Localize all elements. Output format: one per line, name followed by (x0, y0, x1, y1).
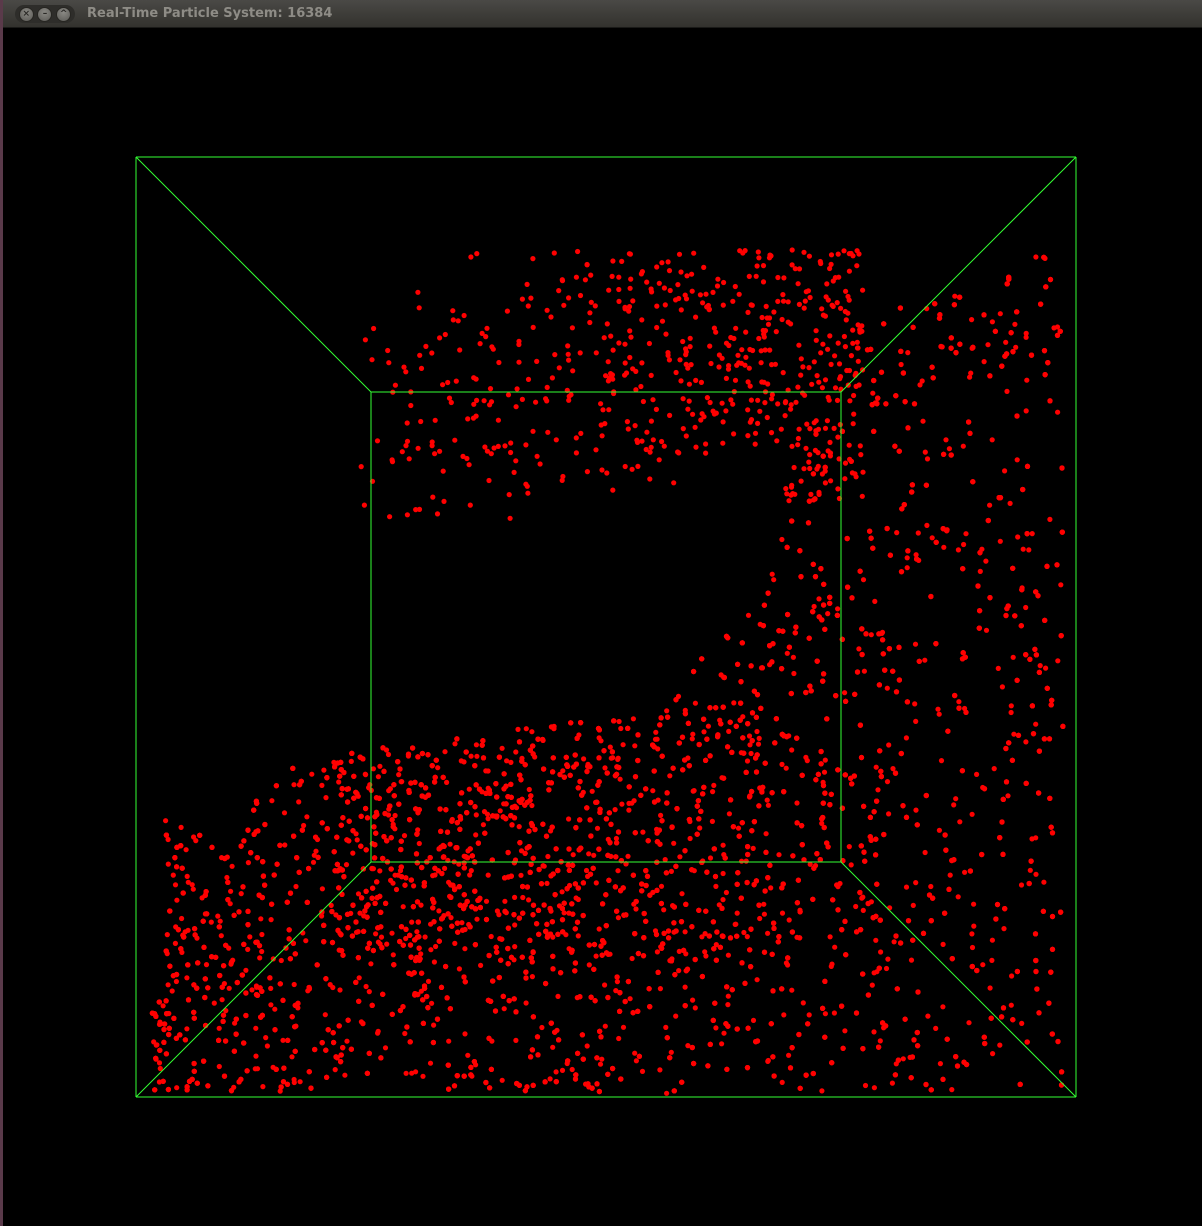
box-edge-diag-bl (135, 861, 372, 1098)
app-window: × – ^ Real-Time Particle System: 16384 (0, 0, 1202, 1226)
window-controls: × – ^ (15, 5, 75, 23)
bounding-box (135, 156, 1077, 1098)
render-viewport[interactable] (6, 28, 1202, 1226)
title-bar[interactable]: × – ^ Real-Time Particle System: 16384 (3, 0, 1202, 28)
particle-scene (135, 156, 1077, 1098)
box-edge-diag-tr (840, 156, 1077, 393)
window-title: Real-Time Particle System: 16384 (87, 6, 333, 21)
box-edge-diag-tl (135, 156, 372, 393)
close-icon[interactable]: × (18, 6, 34, 22)
particle-cloud (149, 247, 1066, 1096)
minimize-icon[interactable]: – (37, 6, 53, 22)
maximize-icon[interactable]: ^ (56, 6, 72, 22)
